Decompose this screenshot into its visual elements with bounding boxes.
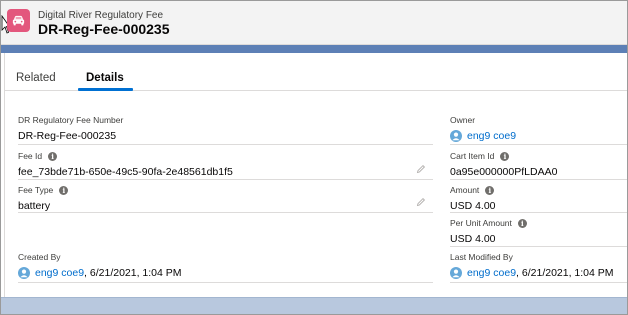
user-avatar-icon [450,267,462,279]
record-header: Digital River Regulatory Fee DR-Reg-Fee-… [1,1,627,45]
divider [450,246,627,247]
object-type-label: Digital River Regulatory Fee [38,10,164,21]
header-band [1,45,627,53]
info-icon[interactable]: i [517,218,527,228]
field-value: USD 4.00 [450,233,496,245]
footer-band [1,297,627,314]
field-owner: Owner eng9 coe9 [450,115,516,142]
info-icon[interactable]: i [48,151,58,161]
field-label: Fee Type [18,185,54,195]
field-value: battery [18,200,51,212]
field-label: Created By [18,252,61,262]
pencil-icon[interactable] [416,197,426,207]
tab-bar: Related Details [5,53,627,91]
field-value: fee_73bde71b-650e-49c5-90fa-2e48561db1f5 [18,166,233,178]
info-icon[interactable]: i [59,185,69,195]
field-label: Owner [450,115,476,125]
info-icon[interactable]: i [500,151,510,161]
field-fee-id: Fee Id i fee_73bde71b-650e-49c5-90fa-2e48… [18,151,233,178]
field-label: Fee Id [18,151,43,161]
field-label: Per Unit Amount [450,218,512,228]
divider [18,212,433,213]
field-label: DR Regulatory Fee Number [18,115,124,125]
field-fee-type: Fee Type i battery [18,185,69,212]
divider [450,212,627,213]
divider [450,179,627,180]
divider [18,179,433,180]
field-fee-number: DR Regulatory Fee Number DR-Reg-Fee-0002… [18,115,123,142]
divider [450,282,627,283]
field-amount: Amount i USD 4.00 [450,185,496,212]
user-avatar-icon [450,130,462,142]
car-icon [7,9,30,32]
field-value: 0a95e000000PfLDAA0 [450,166,558,178]
tab-related[interactable]: Related [16,72,56,84]
active-tab-indicator [78,88,133,91]
field-value: DR-Reg-Fee-000235 [18,130,117,142]
pencil-icon[interactable] [416,164,426,174]
divider [18,282,433,283]
last-modified-date: , 6/21/2021, 1:04 PM [516,267,614,279]
user-avatar-icon [18,267,30,279]
owner-user-link[interactable]: eng9 coe9 [467,130,516,142]
created-by-user-link[interactable]: eng9 coe9 [35,267,84,279]
field-label: Last Modified By [450,252,513,262]
field-value: USD 4.00 [450,200,496,212]
field-label: Cart Item Id [450,151,495,161]
last-modified-user-link[interactable]: eng9 coe9 [467,267,516,279]
field-cart-item-id: Cart Item Id i 0a95e000000PfLDAA0 [450,151,557,178]
field-per-unit-amount: Per Unit Amount i USD 4.00 [450,218,527,245]
field-label: Amount [450,185,480,195]
info-icon[interactable]: i [485,185,495,195]
created-date: , 6/21/2021, 1:04 PM [84,267,182,279]
record-page: Digital River Regulatory Fee DR-Reg-Fee-… [0,0,628,315]
tab-details[interactable]: Details [86,72,124,84]
field-created-by: Created By eng9 coe9 , 6/21/2021, 1:04 P… [18,252,182,279]
divider [18,144,433,145]
field-last-modified-by: Last Modified By eng9 coe9 , 6/21/2021, … [450,252,614,279]
record-detail-card: Related Details DR Regulatory Fee Number… [4,53,627,297]
divider [450,144,627,145]
record-title: DR-Reg-Fee-000235 [38,21,170,37]
